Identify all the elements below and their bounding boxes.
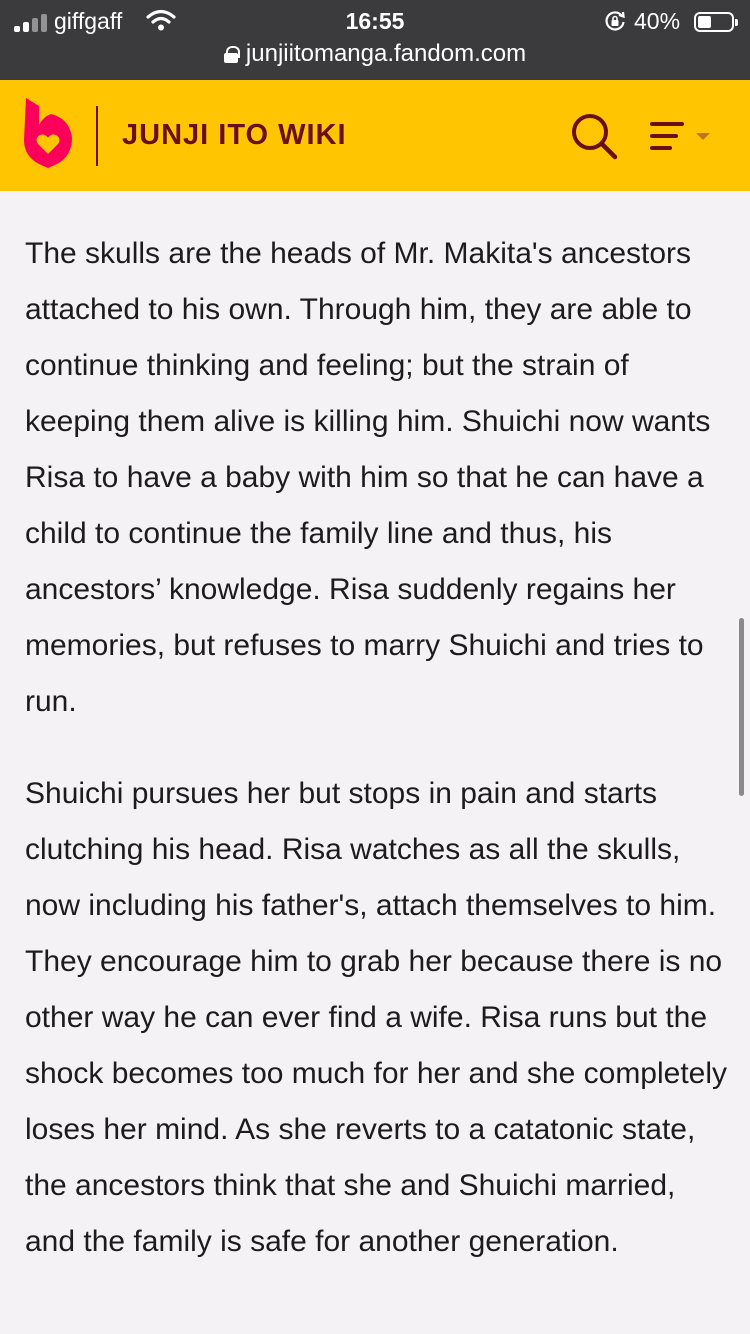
fandom-logo-icon[interactable] <box>22 96 74 168</box>
lock-icon <box>223 46 240 63</box>
battery-level <box>698 16 711 28</box>
search-icon[interactable] <box>570 112 618 160</box>
url-text: junjiitomanga.fandom.com <box>245 40 527 67</box>
caret-down-icon <box>696 133 710 140</box>
status-bar: giffgaff 16:55 40% junjiitomanga.fandom.… <box>0 0 750 80</box>
rotation-lock-icon <box>605 11 625 31</box>
article-content: The skulls are the heads of Mr. Makita's… <box>25 226 731 1270</box>
wiki-title[interactable]: JUNJI ITO WIKI <box>122 117 347 153</box>
article-paragraph: The skulls are the heads of Mr. Makita's… <box>25 237 711 718</box>
battery-icon <box>694 12 738 32</box>
menu-icon[interactable] <box>650 120 714 152</box>
article-paragraph: Shuichi pursues her but stops in pain an… <box>25 777 728 1258</box>
scrollbar[interactable] <box>739 618 744 796</box>
wiki-header: JUNJI ITO WIKI <box>0 80 750 191</box>
address-bar[interactable]: junjiitomanga.fandom.com <box>0 38 750 70</box>
header-divider <box>96 106 98 166</box>
battery-percentage: 40% <box>634 8 681 34</box>
